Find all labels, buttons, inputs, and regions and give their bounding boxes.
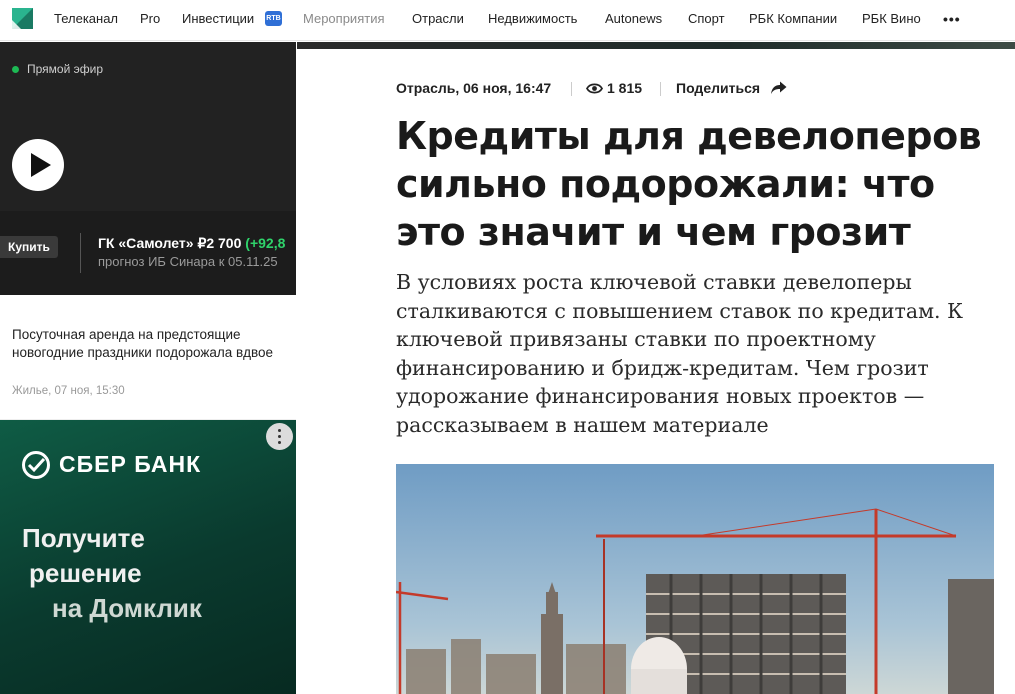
more-dots-icon[interactable]: ••• — [943, 11, 961, 27]
sber-check-icon — [22, 451, 50, 479]
nav-item-autonews[interactable]: Autonews — [605, 11, 662, 26]
ticker-name[interactable]: ГК «Самолет» ₽2 700 (+92,8 — [98, 235, 285, 252]
article-photo — [396, 464, 994, 694]
live-dot-icon — [12, 66, 19, 73]
nav-item-meropriyatiya[interactable]: Мероприятия — [303, 11, 385, 26]
article-lead: В условиях роста ключевой ставки девелоп… — [396, 270, 963, 437]
nav-item-rbc-vino[interactable]: РБК Вино — [862, 11, 921, 26]
ad-menu-button[interactable] — [266, 423, 293, 450]
stock-ticker: Купить ГК «Самолет» ₽2 700 (+92,8 прогно… — [0, 211, 296, 295]
article-date[interactable]: Отрасль, 06 ноя, 16:47 — [396, 80, 551, 96]
nav-item-rbc-kompanii[interactable]: РБК Компании — [749, 11, 837, 26]
investicii-badge: RTB — [265, 11, 282, 26]
article-headline: Кредиты для девелоперов сильно подорожал… — [396, 114, 982, 254]
nav-item-nedvizhimost[interactable]: Недвижимость — [488, 11, 577, 26]
article-views: 1 815 — [607, 80, 643, 96]
ad-text-line3: на Домклик — [52, 593, 202, 623]
ticker-price: ГК «Самолет» ₽2 700 — [98, 235, 242, 251]
meta-divider — [571, 82, 572, 96]
side-news-item[interactable]: Посуточная аренда на предстоящие новогод… — [0, 295, 296, 420]
sber-ad-banner[interactable]: СБЕР БАНК Получите решение на Домклик — [0, 420, 296, 694]
rbc-logo-icon[interactable] — [12, 8, 33, 29]
eye-icon — [586, 83, 603, 94]
top-banner-strip — [297, 42, 1015, 49]
share-arrow-icon[interactable] — [770, 81, 787, 95]
ad-text-line2: решение — [29, 558, 142, 588]
buy-button[interactable]: Купить — [0, 236, 58, 258]
ticker-forecast: прогноз ИБ Синара к 05.11.25 — [98, 254, 278, 269]
nav-item-otrasli[interactable]: Отрасли — [412, 11, 464, 26]
nav-item-investicii[interactable]: Инвестиции — [182, 11, 254, 26]
share-button[interactable]: Поделиться — [676, 80, 760, 96]
sber-brand: СБЕР БАНК — [59, 451, 202, 477]
top-navigation: Телеканал Pro Инвестиции RTB Мероприятия… — [0, 0, 1015, 41]
nav-item-telekanal[interactable]: Телеканал — [54, 11, 118, 26]
construction-photo — [396, 464, 994, 694]
nav-item-pro[interactable]: Pro — [140, 11, 160, 26]
live-player: Прямой эфир — [0, 42, 296, 211]
live-label: Прямой эфир — [27, 62, 103, 76]
nav-item-sport[interactable]: Спорт — [688, 11, 725, 26]
ticker-change: (+92,8 — [245, 235, 286, 251]
ad-text-line1: Получите — [22, 523, 145, 553]
side-news-title[interactable]: Посуточная аренда на предстоящие новогод… — [12, 326, 282, 362]
ticker-divider — [80, 233, 81, 273]
meta-divider — [660, 82, 661, 96]
side-news-meta: Жилье, 07 ноя, 15:30 — [12, 385, 125, 397]
play-icon — [31, 153, 51, 177]
play-button[interactable] — [12, 139, 64, 191]
